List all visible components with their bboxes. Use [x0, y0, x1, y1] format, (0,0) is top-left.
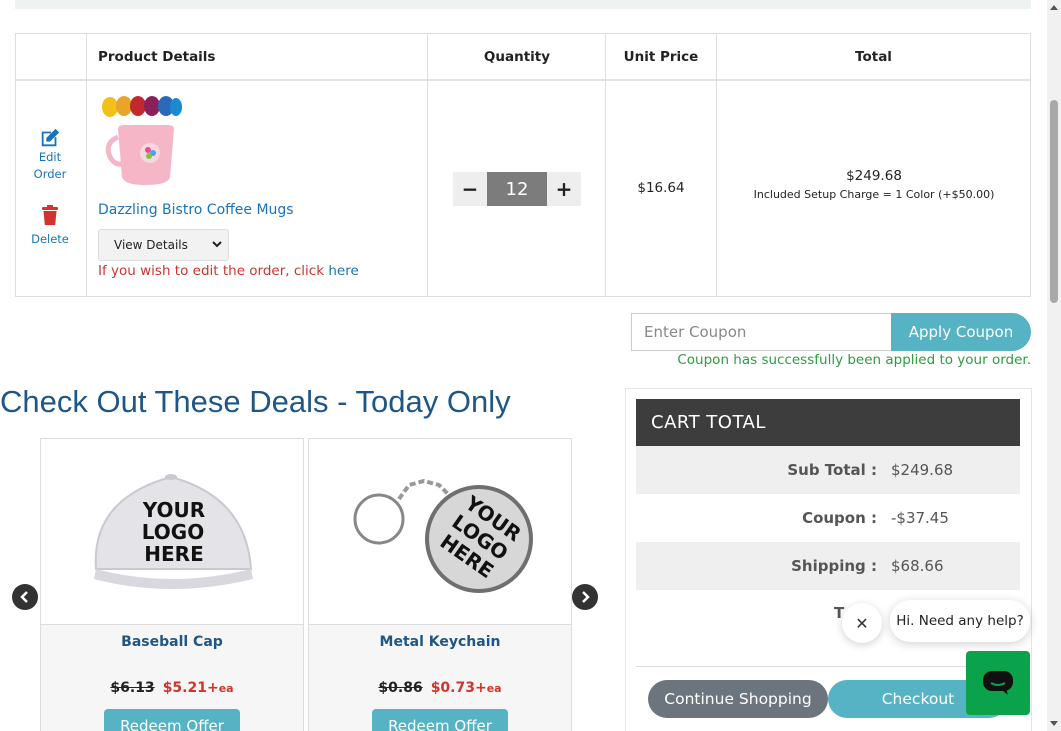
header-product: Product Details: [98, 48, 216, 65]
deal-card-metal-keychain[interactable]: YOUR LOGO HERE Metal Keychain $0.86 $0.73…: [308, 438, 572, 731]
carousel-prev-button[interactable]: [12, 584, 38, 610]
cap-logo-line-1: YOUR: [142, 498, 205, 522]
trash-icon: [42, 205, 58, 225]
header-unit-price: Unit Price: [623, 48, 699, 65]
decrease-quantity-button[interactable]: −: [453, 172, 487, 206]
keychain-image: YOUR LOGO HERE: [353, 478, 533, 593]
unit-price: $16.64: [637, 180, 685, 196]
mug-product-image[interactable]: [98, 95, 188, 190]
subtotal-label: Sub Total :: [787, 461, 877, 479]
coupon-success-message: Coupon has successfully been applied to …: [677, 352, 1031, 368]
scroll-up-icon[interactable]: [1050, 5, 1058, 10]
chat-greeting-bubble[interactable]: Hi. Need any help?: [890, 600, 1030, 642]
old-price: $0.86: [378, 680, 423, 696]
delete-label: Delete: [31, 232, 69, 246]
chat-close-button[interactable]: ✕: [842, 603, 882, 643]
edit-here-link[interactable]: here: [328, 263, 358, 279]
deal-price: $0.86 $0.73+ea: [309, 680, 571, 696]
shipping-row: Shipping : $68.66: [636, 542, 1020, 590]
subtotal-value: $249.68: [891, 461, 954, 479]
edit-label: Edit: [38, 150, 62, 164]
header-total: Total: [855, 48, 892, 65]
page-scrollbar[interactable]: [1047, 0, 1061, 731]
quantity-value[interactable]: 12: [487, 172, 547, 206]
coupon-label: Coupon :: [802, 509, 877, 527]
coupon-row: Coupon : -$37.45: [636, 494, 1020, 542]
deal-image: YOUR LOGO HERE: [41, 439, 303, 625]
deal-image: YOUR LOGO HERE: [309, 439, 571, 625]
chat-launcher-button[interactable]: [966, 651, 1030, 715]
deals-title: Check Out These Deals - Today Only: [0, 384, 511, 419]
divider: [636, 666, 1020, 667]
redeem-offer-button[interactable]: Redeem Offer: [104, 709, 240, 731]
cap-logo-line-2: LOGO: [142, 520, 204, 544]
column-divider: [86, 34, 87, 296]
top-strip: [15, 0, 1031, 9]
edit-order-button[interactable]: Edit Order: [30, 127, 70, 183]
edit-note-text: If you wish to edit the order, click: [98, 263, 329, 279]
increase-quantity-button[interactable]: +: [547, 172, 581, 206]
new-price: $0.73+: [430, 680, 487, 696]
chevron-down-icon: [212, 241, 222, 248]
coupon-input[interactable]: Enter Coupon: [631, 313, 893, 351]
header-quantity: Quantity: [483, 48, 551, 65]
chevron-left-icon: [20, 591, 28, 603]
view-details-label: View Details: [114, 238, 188, 252]
old-price: $6.13: [110, 680, 155, 696]
price-unit: ea: [218, 682, 234, 695]
subtotal-row: Sub Total : $249.68: [636, 446, 1020, 494]
setup-charge-note: Included Setup Charge = 1 Color (+$50.00…: [753, 188, 995, 201]
new-price: $5.21+: [162, 680, 219, 696]
redeem-offer-button[interactable]: Redeem Offer: [372, 709, 508, 731]
edit-icon: [41, 128, 60, 147]
shipping-value: $68.66: [891, 557, 944, 575]
carousel-next-button[interactable]: [572, 584, 598, 610]
deal-card-baseball-cap[interactable]: YOUR LOGO HERE Baseball Cap $6.13 $5.21+e…: [40, 438, 304, 731]
scrollbar-thumb[interactable]: [1050, 100, 1058, 303]
shipping-label: Shipping :: [791, 557, 877, 575]
line-total: $249.68 Included Setup Charge = 1 Color …: [717, 168, 1031, 201]
deal-price: $6.13 $5.21+ea: [41, 680, 303, 696]
baseball-cap-image: YOUR LOGO HERE: [94, 474, 253, 589]
scroll-down-icon[interactable]: [1050, 721, 1058, 726]
edit-note: If you wish to edit the order, click her…: [98, 263, 359, 279]
deal-name[interactable]: Metal Keychain: [309, 634, 571, 650]
quantity-stepper: − 12 +: [453, 172, 581, 206]
chevron-right-icon: [582, 591, 590, 603]
cap-logo-line-3: HERE: [144, 542, 203, 566]
view-details-button[interactable]: View Details: [98, 229, 229, 261]
apply-coupon-button[interactable]: Apply Coupon: [891, 313, 1031, 351]
order-label: Order: [33, 167, 67, 181]
continue-shopping-button[interactable]: Continue Shopping: [648, 680, 828, 718]
delete-button[interactable]: Delete: [30, 205, 70, 248]
chat-icon: [983, 671, 1013, 695]
price-unit: ea: [486, 682, 502, 695]
line-total-amount: $249.68: [846, 168, 902, 184]
coupon-value: -$37.45: [891, 509, 949, 527]
product-name-link[interactable]: Dazzling Bistro Coffee Mugs: [98, 202, 294, 218]
deal-name[interactable]: Baseball Cap: [41, 634, 303, 650]
cart-total-title: CART TOTAL: [636, 399, 1020, 446]
